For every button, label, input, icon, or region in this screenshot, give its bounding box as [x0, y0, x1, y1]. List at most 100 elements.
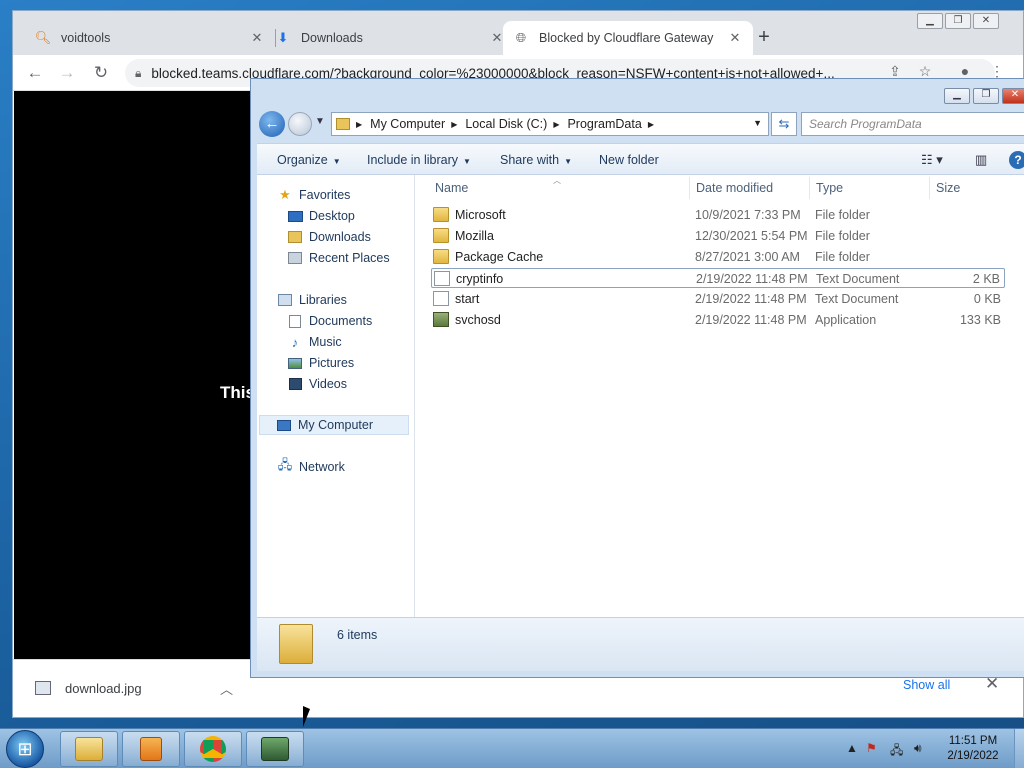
show-hidden-icons[interactable]: ▲ — [846, 741, 858, 755]
file-type: File folder — [815, 208, 870, 222]
chevron-right-icon[interactable]: ▶ — [451, 120, 457, 129]
download-item[interactable]: download.jpg ︿ — [21, 666, 247, 710]
taskbar-explorer-button[interactable] — [60, 731, 118, 767]
column-header-date[interactable]: Date modified — [696, 181, 773, 195]
documents-icon — [287, 314, 303, 328]
forward-arrow-icon[interactable] — [288, 112, 312, 136]
start-button[interactable]: ⊞ — [6, 730, 44, 768]
preview-pane-icon[interactable]: ▥ — [975, 152, 987, 168]
chevron-down-icon: ▼ — [463, 157, 471, 166]
reload-icon[interactable]: ↻ — [89, 61, 113, 85]
close-button[interactable]: ✕ — [973, 13, 999, 29]
column-header-type[interactable]: Type — [816, 181, 843, 195]
search-input[interactable]: Search ProgramData — [801, 112, 1024, 136]
chevron-right-icon[interactable]: ▶ — [356, 120, 362, 129]
address-bar[interactable]: ▶ My Computer ▶ Local Disk (C:) ▶ Progra… — [331, 112, 769, 136]
tab-voidtools[interactable]: 🔍︎ voidtools ✕ — [25, 21, 275, 55]
column-separator[interactable] — [929, 177, 930, 199]
network-icon[interactable]: 🖧︎ — [890, 741, 903, 762]
file-type: Text Document — [815, 292, 899, 306]
nav-downloads[interactable]: Downloads — [287, 227, 371, 247]
nav-music[interactable]: ♪ Music — [287, 332, 342, 352]
breadcrumb-local-disk[interactable]: Local Disk (C:) — [465, 117, 547, 131]
nav-documents[interactable]: Documents — [287, 311, 372, 331]
download-filename: download.jpg — [65, 680, 142, 696]
file-row-package-cache[interactable]: Package Cache 8/27/2021 3:00 AM File fol… — [431, 247, 1005, 267]
maximize-button[interactable]: ❐ — [973, 88, 999, 104]
file-row-svchosd[interactable]: svchosd 2/19/2022 11:48 PM Application 1… — [431, 310, 1005, 330]
nav-desktop[interactable]: Desktop — [287, 206, 355, 226]
show-all-link[interactable]: Show all — [903, 678, 950, 692]
profile-icon[interactable]: ● — [955, 63, 975, 79]
nav-network[interactable]: 🖧︎ Network — [277, 457, 345, 477]
nav-pictures[interactable]: Pictures — [287, 353, 354, 373]
chevron-down-icon: ▼ — [564, 157, 572, 166]
folder-icon — [433, 228, 449, 243]
tab-label: Blocked by Cloudflare Gateway — [539, 31, 714, 45]
close-button[interactable]: ✕ — [1002, 88, 1024, 104]
share-with-button[interactable]: Share with ▼ — [500, 153, 572, 167]
nav-favorites[interactable]: ★ Favorites — [277, 185, 350, 205]
help-icon[interactable]: ? — [1009, 151, 1024, 169]
recent-places-icon — [287, 251, 303, 265]
forward-arrow-icon[interactable]: → — [55, 61, 79, 85]
back-arrow-icon[interactable]: ← — [23, 61, 47, 85]
nav-label: Videos — [309, 377, 347, 391]
nav-recent-places[interactable]: Recent Places — [287, 248, 390, 268]
column-separator[interactable] — [689, 177, 690, 199]
item-count: 6 items — [337, 628, 378, 642]
column-separator[interactable] — [809, 177, 810, 199]
file-date: 10/9/2021 7:33 PM — [695, 208, 801, 222]
chrome-icon — [200, 736, 226, 762]
file-row-mozilla[interactable]: Mozilla 12/30/2021 5:54 PM File folder — [431, 226, 1005, 246]
chevron-down-icon[interactable]: ▼ — [753, 118, 762, 128]
nav-libraries[interactable]: Libraries — [277, 290, 347, 310]
chevron-right-icon[interactable]: ▶ — [553, 120, 559, 129]
column-header-name[interactable]: Name — [435, 181, 468, 195]
action-center-icon[interactable]: ⚑ — [866, 741, 877, 755]
close-icon[interactable]: ✕ — [249, 30, 265, 46]
tab-downloads[interactable]: ⬇ Downloads ✕ — [265, 21, 515, 55]
show-desktop-button[interactable] — [1014, 729, 1024, 768]
file-row-microsoft[interactable]: Microsoft 10/9/2021 7:33 PM File folder — [431, 205, 1005, 225]
minimize-button[interactable]: ▁ — [917, 13, 943, 29]
taskbar-task-manager-button[interactable] — [246, 731, 304, 767]
chevron-right-icon[interactable]: ▶ — [648, 120, 654, 129]
details-pane: 6 items — [257, 617, 1024, 671]
close-icon[interactable]: ✕ — [727, 30, 743, 46]
new-folder-button[interactable]: New folder — [599, 153, 659, 167]
nav-my-computer[interactable]: My Computer — [259, 415, 409, 435]
file-name: Microsoft — [455, 208, 506, 222]
breadcrumb-programdata[interactable]: ProgramData — [567, 117, 641, 131]
file-name: Package Cache — [455, 250, 544, 264]
taskbar-chrome-button[interactable] — [184, 731, 242, 767]
taskbar-media-player-button[interactable] — [122, 731, 180, 767]
back-arrow-icon[interactable]: ← — [259, 111, 285, 137]
new-tab-button[interactable]: + — [751, 25, 777, 51]
breadcrumb-my-computer[interactable]: My Computer — [370, 117, 445, 131]
minimize-button[interactable]: ▁ — [944, 88, 970, 104]
volume-icon[interactable]: 🔊︎ — [914, 741, 922, 756]
view-options-icon[interactable]: ☷ ▾ — [921, 152, 943, 168]
nav-label: Documents — [309, 314, 373, 328]
system-clock[interactable]: 11:51 PM 2/19/2022 — [940, 734, 1006, 764]
application-icon — [433, 312, 449, 327]
file-name: svchosd — [455, 313, 501, 327]
file-type: Application — [815, 313, 877, 327]
file-row-start[interactable]: start 2/19/2022 11:48 PM Text Document 0… — [431, 289, 1005, 309]
address-row: ← ▼ ▶ My Computer ▶ Local Disk (C:) ▶ Pr… — [257, 111, 1024, 137]
file-row-cryptinfo[interactable]: cryptinfo 2/19/2022 11:48 PM Text Docume… — [431, 268, 1005, 288]
tab-blocked[interactable]: 🌐︎ Blocked by Cloudflare Gateway ✕ — [503, 21, 753, 55]
include-in-library-button[interactable]: Include in library ▼ — [367, 153, 471, 167]
nav-videos[interactable]: Videos — [287, 374, 347, 394]
network-icon: 🖧︎ — [277, 457, 293, 472]
magnifier-icon: 🔍︎ — [34, 30, 52, 45]
refresh-icon[interactable]: ⇆ — [771, 112, 797, 136]
command-bar: Organize ▼ Include in library ▼ Share with… — [257, 143, 1024, 175]
chevron-down-icon[interactable]: ▼ — [315, 116, 325, 127]
organize-button[interactable]: Organize ▼ — [277, 153, 341, 167]
column-header-size[interactable]: Size — [936, 181, 960, 195]
maximize-button[interactable]: ❐ — [945, 13, 971, 29]
globe-icon: 🌐︎ — [515, 30, 527, 45]
chevron-up-icon[interactable]: ︿ — [220, 679, 233, 698]
